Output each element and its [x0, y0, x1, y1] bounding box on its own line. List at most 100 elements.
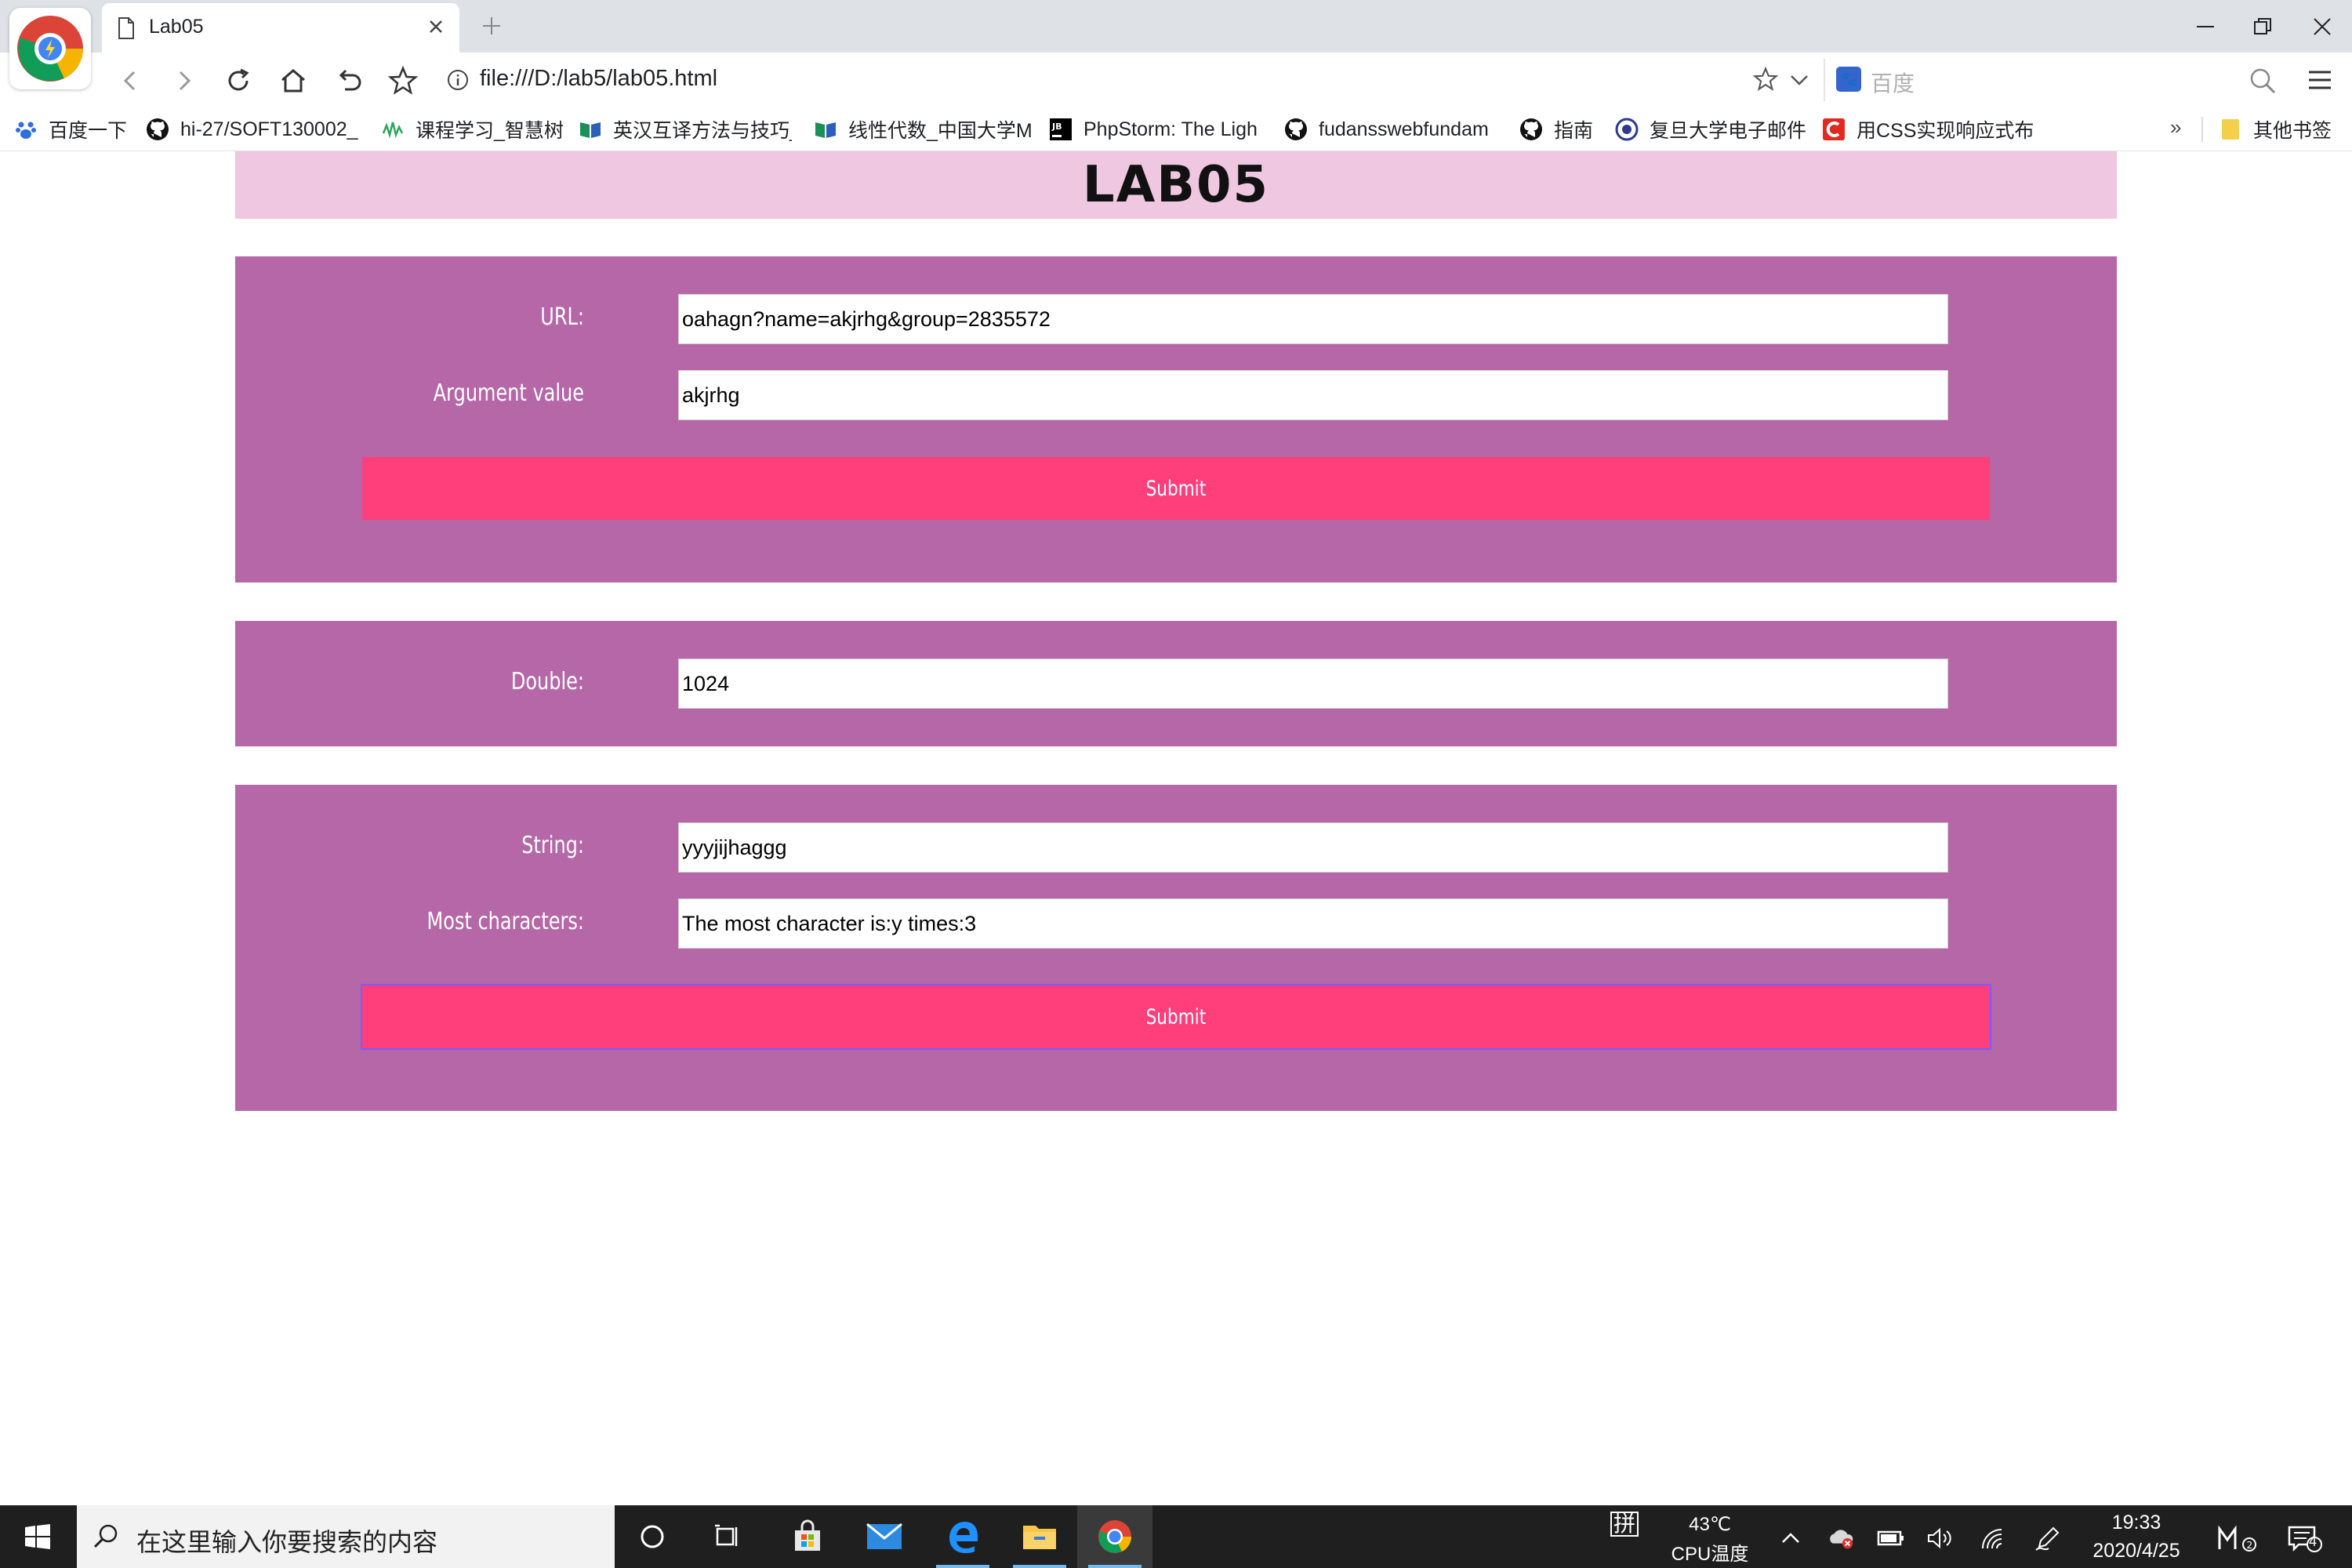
github-icon: [146, 118, 169, 141]
ime-indicator[interactable]: 拼: [1610, 1512, 1639, 1537]
bookmark-item[interactable]: fudansswebfundam: [1284, 114, 1502, 145]
mail-icon[interactable]: [847, 1505, 922, 1568]
ime-m-icon[interactable]: 2: [2216, 1524, 2259, 1552]
argument-value-input[interactable]: [678, 370, 1948, 420]
bookmark-label: 英汉互译方法与技巧_: [613, 120, 792, 142]
bookmark-item[interactable]: 用CSS实现响应式布: [1822, 114, 2040, 145]
url-input[interactable]: [678, 294, 1948, 344]
svg-text:2: 2: [2247, 1540, 2253, 1551]
page-content: LAB05 URL: Argument value Submit Double:…: [0, 151, 2352, 1505]
string-label: String:: [521, 832, 584, 859]
chevron-up-icon[interactable]: [1777, 1524, 1805, 1552]
browser-titlebar: Lab05: [0, 0, 2352, 89]
argument-value-label: Argument value: [433, 379, 584, 407]
submit-label: Submit: [1145, 476, 1207, 501]
other-bookmarks-folder[interactable]: 其他书签: [2219, 114, 2344, 145]
bookmark-label: 课程学习_智慧树: [416, 120, 564, 142]
page-title: LAB05: [1082, 156, 1270, 214]
double-input[interactable]: [678, 659, 1948, 709]
task-view-icon[interactable]: [690, 1505, 765, 1568]
file-icon: [118, 17, 135, 43]
wifi-icon[interactable]: [1979, 1524, 2007, 1552]
search-box[interactable]: 🐾 百度: [1824, 59, 2310, 101]
double-panel: Double:: [235, 621, 2117, 746]
edge-icon[interactable]: [925, 1505, 1000, 1568]
back-icon[interactable]: [114, 64, 148, 98]
most-characters-output[interactable]: [678, 898, 1948, 949]
browser-logo-icon: [9, 8, 91, 89]
bookmark-item[interactable]: 线性代数_中国大学M: [814, 114, 1035, 145]
close-window-icon[interactable]: [2308, 13, 2336, 41]
bookmark-item[interactable]: 指南: [1519, 114, 1606, 145]
battery-icon[interactable]: [1877, 1524, 1905, 1552]
folder-icon: [2219, 118, 2242, 141]
bookmark-item[interactable]: 复旦大学电子邮件: [1615, 114, 1811, 145]
taskbar-search-box[interactable]: 在这里输入你要搜索的内容: [77, 1505, 615, 1568]
browser-tab[interactable]: Lab05: [102, 3, 459, 53]
close-tab-icon[interactable]: [426, 17, 445, 40]
reload-icon[interactable]: [221, 64, 256, 98]
string-panel: String: Most characters: Submit: [235, 785, 2117, 1111]
submit-button[interactable]: Submit: [361, 984, 1991, 1050]
restore-icon[interactable]: [2249, 13, 2277, 41]
search-placeholder: 百度: [1871, 71, 1915, 96]
github-icon: [1284, 118, 1308, 141]
svg-text:JB: JB: [1051, 122, 1062, 132]
csdn-icon: [1822, 118, 1846, 141]
cpu-temperature: 43℃: [1689, 1514, 1731, 1535]
mooc-book-icon: [814, 118, 837, 141]
bookmark-item[interactable]: hi-27/SOFT130002_: [146, 114, 365, 145]
github-icon: [1519, 118, 1543, 141]
cortana-icon[interactable]: [615, 1505, 690, 1568]
chrome-icon[interactable]: [1077, 1505, 1152, 1568]
url-argument-panel: URL: Argument value Submit: [235, 256, 2117, 583]
bookmark-label: 复旦大学电子邮件: [1650, 120, 1807, 142]
home-icon[interactable]: [276, 64, 310, 98]
volume-icon[interactable]: [1926, 1524, 1954, 1552]
menu-icon[interactable]: [2307, 67, 2333, 97]
bookmark-label: PhpStorm: The Ligh: [1083, 118, 1258, 140]
bookmark-item[interactable]: JB PhpStorm: The Ligh: [1049, 114, 1267, 145]
address-bar[interactable]: file:///D:/lab5/lab05.html: [480, 66, 717, 92]
windows-start-icon[interactable]: [0, 1505, 75, 1568]
divider: [2201, 117, 2203, 142]
minimize-icon[interactable]: [2191, 13, 2220, 41]
bookmark-item[interactable]: 百度一下: [14, 114, 140, 145]
bookmarks-bar: 百度一下 hi-27/SOFT130002_ 课程学习_智慧树 英汉互译方法与技…: [0, 107, 2352, 151]
string-input[interactable]: [678, 822, 1948, 873]
store-icon[interactable]: [770, 1505, 845, 1568]
onedrive-error-icon[interactable]: [1827, 1524, 1855, 1552]
baidu-paw-icon: [14, 118, 38, 141]
tab-title: Lab05: [149, 16, 204, 38]
baidu-logo-icon: 🐾: [1836, 67, 1861, 92]
zhihuishu-icon: [381, 118, 405, 141]
submit-button[interactable]: Submit: [362, 457, 1990, 520]
file-explorer-icon[interactable]: [1002, 1505, 1077, 1568]
pen-icon[interactable]: [2034, 1524, 2062, 1552]
taskbar: 在这里输入你要搜索的内容 拼 43℃ CPU温度 19:33 2020/4/25…: [0, 1505, 2352, 1568]
url-label: URL:: [540, 303, 584, 331]
browser-toolbar: file:///D:/lab5/lab05.html 🐾 百度: [0, 53, 2352, 107]
bookmark-star-icon[interactable]: [386, 64, 420, 98]
undo-close-icon[interactable]: [332, 64, 367, 98]
page-header: LAB05: [235, 151, 2117, 219]
fudan-logo-icon: [1615, 118, 1639, 141]
new-tab-icon[interactable]: [480, 14, 503, 42]
forward-icon[interactable]: [166, 64, 201, 98]
search-icon[interactable]: [2249, 67, 2277, 99]
bookmarks-overflow-button[interactable]: »: [2170, 115, 2181, 140]
clock-date[interactable]: 2020/4/25: [2078, 1540, 2195, 1563]
notification-count: 4: [2308, 1534, 2317, 1549]
bookmark-label: 用CSS实现响应式布: [1857, 120, 2034, 142]
jetbrains-icon: JB: [1049, 118, 1073, 141]
clock-time[interactable]: 19:33: [2078, 1512, 2195, 1534]
submit-label: Submit: [1145, 1004, 1207, 1029]
info-icon[interactable]: [447, 69, 469, 95]
bookmark-item[interactable]: 英汉互译方法与技巧_: [579, 114, 792, 145]
star-icon[interactable]: [1752, 66, 1779, 96]
chevron-down-icon[interactable]: [1789, 70, 1809, 94]
mooc-book-icon: [579, 118, 602, 141]
bookmark-label: fudansswebfundam: [1319, 118, 1489, 140]
bookmark-item[interactable]: 课程学习_智慧树: [381, 114, 568, 145]
search-icon: [93, 1523, 121, 1555]
